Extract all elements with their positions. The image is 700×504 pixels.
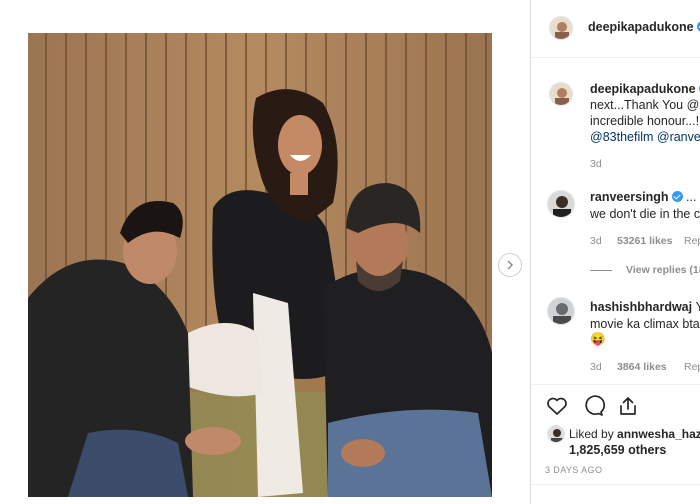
comment-username[interactable]: hashishbhardwaj Ye	[590, 300, 700, 314]
post-photo[interactable]	[28, 33, 492, 497]
post-date[interactable]: 3 DAYS AGO	[545, 465, 602, 475]
heart-icon[interactable]	[545, 394, 569, 418]
comment-username-text[interactable]: hashishbhardwaj	[590, 300, 692, 314]
comment-like-count-text[interactable]: 3864 likes	[617, 361, 667, 373]
caption-mentions[interactable]: @83thefilm @ranve	[590, 129, 700, 145]
likes-count[interactable]: 1,825,659 others	[569, 443, 666, 457]
chevron-right-icon	[507, 260, 514, 270]
comment-username-text[interactable]: ranveersingh	[590, 190, 669, 204]
caption-timestamp[interactable]: 3d	[590, 158, 602, 170]
comment-text: we don't die in the c	[590, 207, 700, 221]
liked-by-prefix: Liked by	[569, 427, 614, 441]
view-replies-text[interactable]: View replies (18	[626, 264, 700, 276]
media-panel	[0, 0, 531, 504]
comment-text-start: Ye	[695, 300, 700, 314]
liked-by-avatar[interactable]	[547, 425, 565, 443]
view-replies-button[interactable]: View replies (18	[626, 264, 700, 276]
reply-button[interactable]: Rep	[684, 235, 700, 247]
liked-by-user[interactable]: annwesha_haz	[617, 427, 700, 441]
comment-emoji: 😝	[590, 332, 606, 346]
share-icon[interactable]	[616, 394, 640, 418]
comment-box-divider	[531, 484, 700, 485]
view-replies-divider	[590, 270, 612, 271]
post-photo-illustration	[28, 33, 492, 497]
reply-button[interactable]: Rep	[684, 361, 700, 373]
comment-avatar[interactable]	[547, 190, 575, 218]
avatar-image	[548, 426, 564, 442]
comment-icon[interactable]	[581, 394, 605, 418]
avatar-image	[548, 298, 574, 324]
comment-timestamp[interactable]: 3d	[590, 235, 602, 247]
author-avatar[interactable]	[549, 16, 573, 40]
verified-badge-icon	[696, 21, 700, 32]
comment-timestamp[interactable]: 3d	[590, 361, 602, 373]
avatar-image	[550, 17, 572, 39]
comment-like-count[interactable]: 3864 likes	[617, 361, 667, 373]
author-username-text[interactable]: deepikapadukone	[588, 20, 694, 34]
caption-username-text[interactable]: deepikapadukone	[590, 82, 696, 96]
caption-line-2: incredible honour...!	[590, 114, 700, 128]
post-header: deepikapadukone	[531, 0, 700, 58]
liked-by-line: Liked by annwesha_haz	[569, 427, 700, 441]
next-photo-button[interactable]	[498, 253, 522, 277]
post-side-panel: deepikapadukone deepikapadukone next...T…	[531, 0, 700, 504]
comment-username[interactable]: ranveersingh ... a	[590, 190, 700, 204]
comment-avatar[interactable]	[547, 297, 575, 325]
comment-text: movie ka climax bta	[590, 317, 700, 331]
actions-divider	[531, 384, 700, 385]
caption-username[interactable]: deepikapadukone	[590, 82, 700, 96]
comment-like-count-text[interactable]: 53261 likes	[617, 235, 672, 247]
comment-text-start: ... a	[686, 190, 700, 204]
avatar-image	[548, 191, 574, 217]
caption-avatar[interactable]	[549, 82, 573, 106]
comment-like-count[interactable]: 53261 likes	[617, 235, 672, 247]
verified-badge-icon	[671, 191, 683, 202]
avatar-image	[550, 83, 572, 105]
author-username[interactable]: deepikapadukone	[588, 20, 700, 34]
caption-line-1: next...Thank You @k	[590, 98, 700, 112]
